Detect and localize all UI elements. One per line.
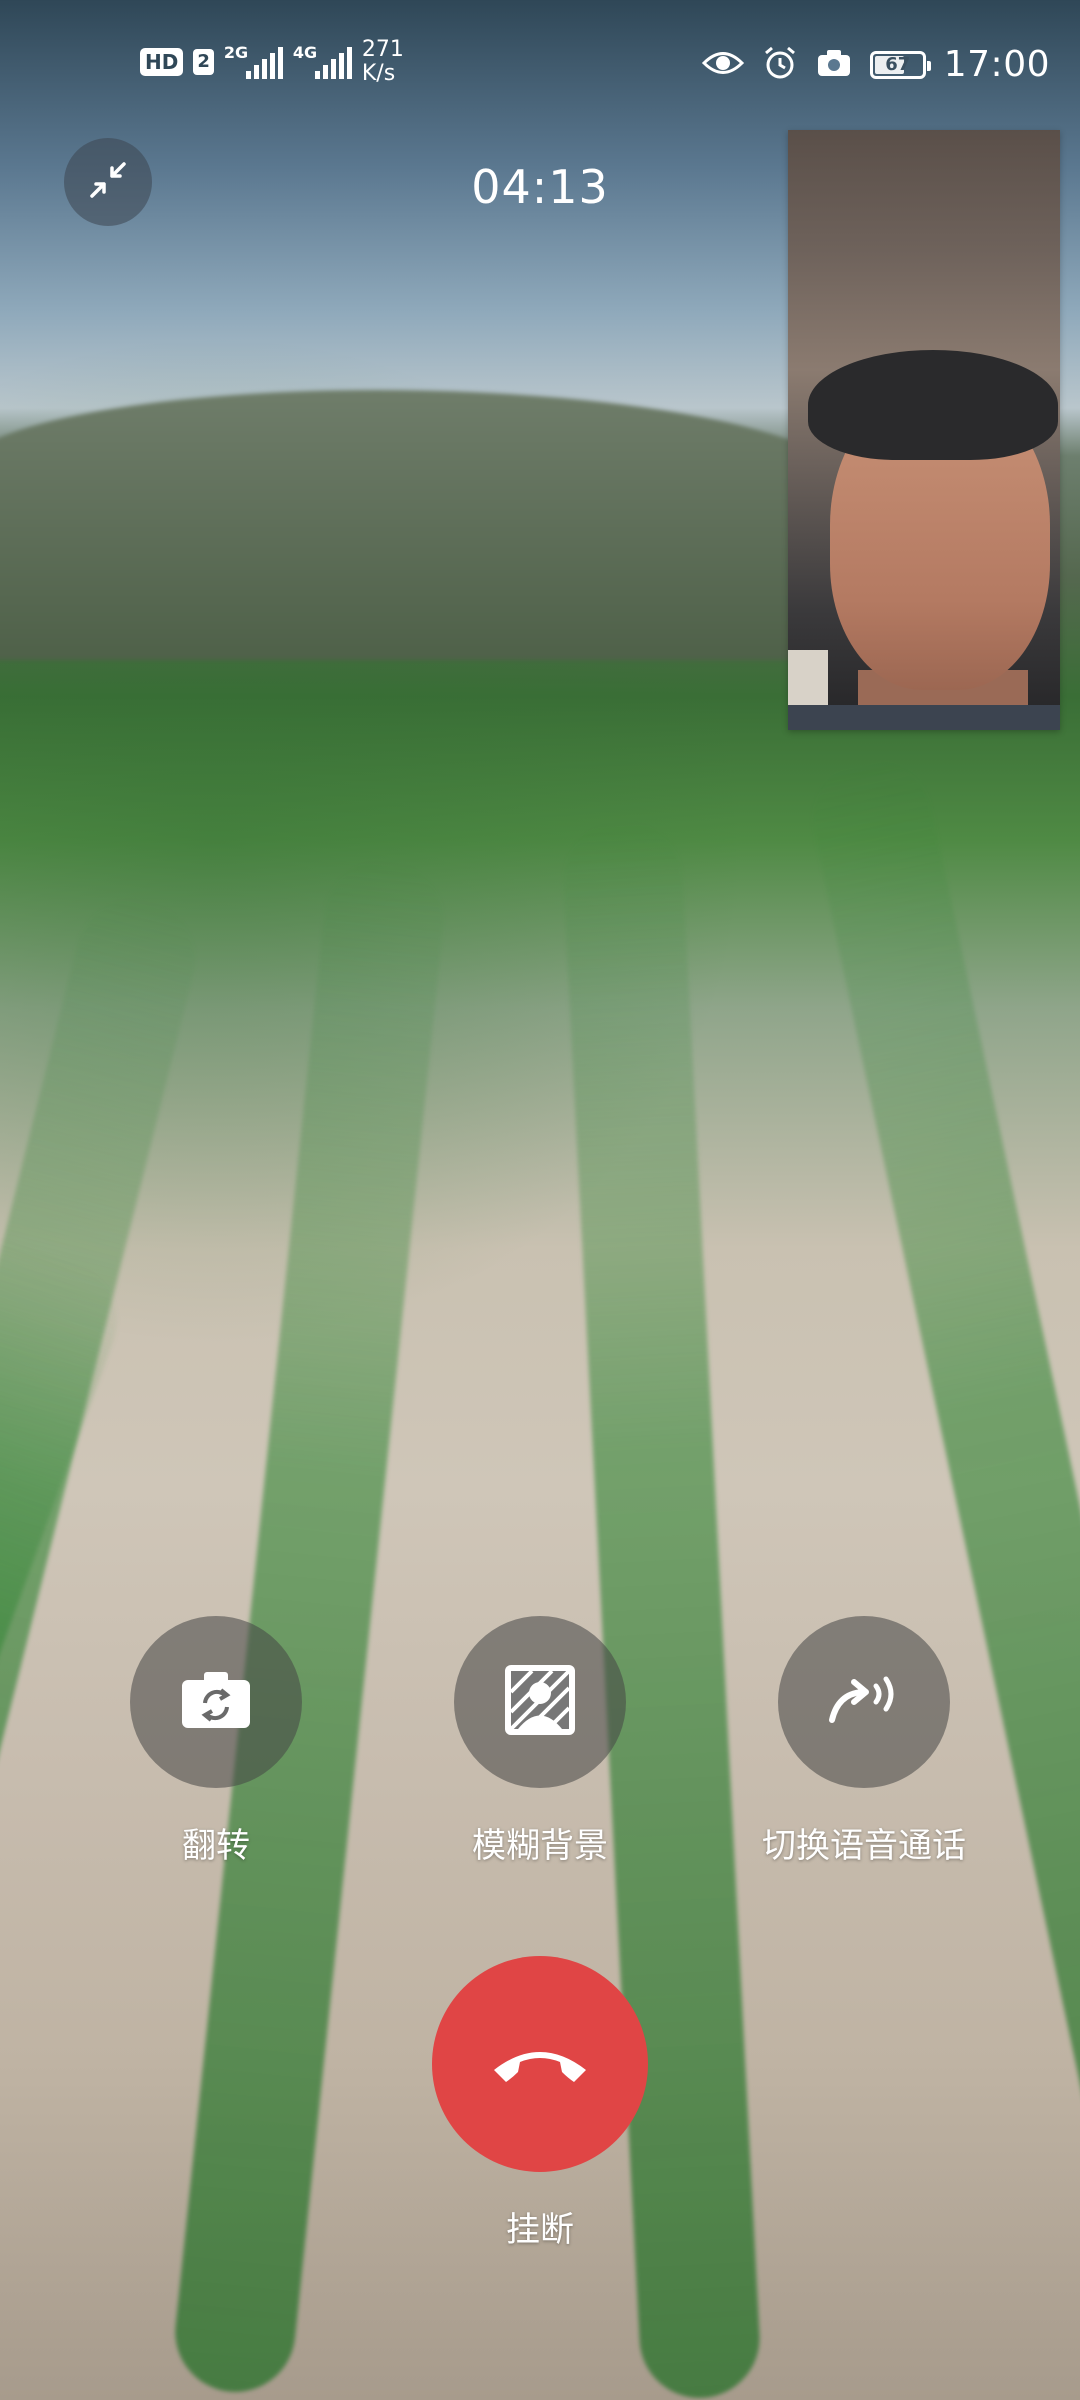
blur-background-control: 模糊背景 — [380, 1616, 700, 1867]
hd-voice-badge: HD — [140, 48, 184, 76]
hangup-button[interactable] — [432, 1956, 648, 2172]
status-bar: HD 2 2G 4G 271 K/s 67 17:00 — [0, 0, 1080, 130]
blur-background-button[interactable] — [454, 1616, 626, 1788]
phone-hangup-icon — [488, 2040, 592, 2088]
flip-camera-control: 翻转 — [56, 1616, 376, 1867]
self-view-video[interactable] — [788, 130, 1060, 730]
hangup-label: 挂断 — [506, 2210, 574, 2250]
battery-level: 67 — [885, 54, 911, 75]
switch-voice-control: 切换语音通话 — [704, 1616, 1024, 1867]
sim-badge: 2 — [193, 49, 214, 75]
status-clock: 17:00 — [943, 44, 1050, 85]
flip-camera-button[interactable] — [130, 1616, 302, 1788]
signal-strength-icon: 2G — [224, 45, 283, 79]
network-type-label: 4G — [292, 43, 318, 62]
camera-flip-icon — [178, 1670, 254, 1734]
battery-icon: 67 — [869, 50, 931, 79]
video-call-screen: HD 2 2G 4G 271 K/s 67 17:00 04:13 翻转 模糊背… — [0, 0, 1080, 2400]
blur-background-label: 模糊背景 — [472, 1826, 608, 1866]
network-speed-unit: K/s — [361, 61, 396, 86]
switch-to-voice-button[interactable] — [778, 1616, 950, 1788]
signal-strength-icon: 4G — [293, 45, 352, 79]
switch-to-voice-label: 切换语音通话 — [762, 1826, 966, 1866]
flip-camera-label: 翻转 — [182, 1826, 250, 1866]
status-bar-right: 67 17:00 — [701, 44, 1050, 85]
network-speed-value: 271 — [361, 37, 404, 62]
eye-icon — [701, 48, 744, 82]
network-type-label: 2G — [223, 43, 249, 62]
network-speed: 271 K/s — [362, 38, 404, 86]
portrait-blur-icon — [502, 1662, 578, 1742]
switch-to-voice-icon — [824, 1670, 904, 1734]
status-bar-left: HD 2 2G 4G 271 K/s — [140, 38, 404, 86]
camera-icon — [816, 48, 852, 82]
alarm-icon — [762, 45, 798, 85]
